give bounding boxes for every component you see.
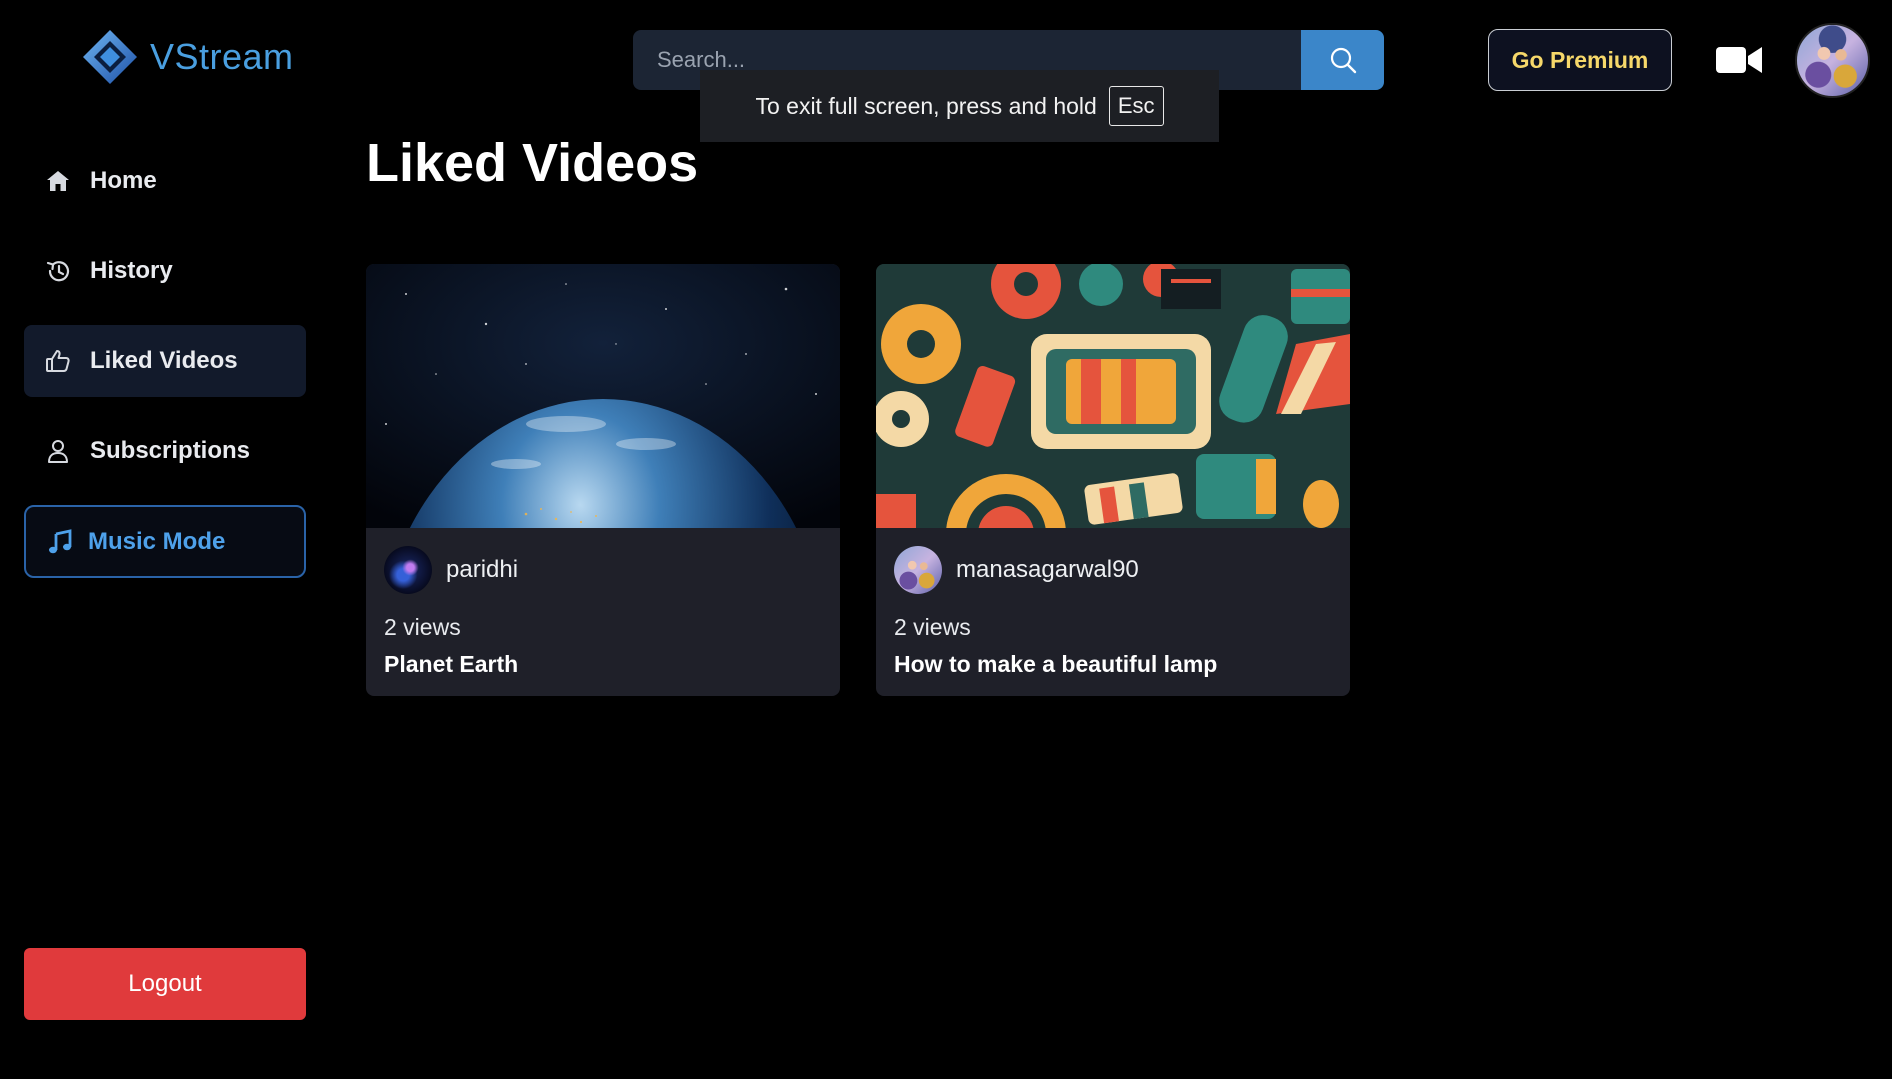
fullscreen-toast: To exit full screen, press and hold Esc bbox=[700, 70, 1219, 142]
music-note-icon bbox=[49, 528, 72, 553]
video-card[interactable]: manasagarwal90 2 views How to make a bea… bbox=[876, 264, 1350, 696]
sidebar-item-history[interactable]: History bbox=[24, 235, 306, 307]
view-count: 2 views bbox=[894, 614, 971, 640]
sidebar-item-label: History bbox=[90, 257, 173, 284]
logo-icon bbox=[83, 30, 137, 84]
app-root: VStream To exit full screen, press and h… bbox=[0, 0, 1892, 1079]
video-title[interactable]: How to make a beautiful lamp bbox=[894, 651, 1332, 678]
channel-name[interactable]: paridhi bbox=[446, 556, 518, 584]
sidebar-item-label: Home bbox=[90, 167, 157, 194]
sidebar-item-label: Subscriptions bbox=[90, 437, 251, 464]
fullscreen-hint: To exit full screen, press and hold bbox=[755, 92, 1097, 119]
app-name: VStream bbox=[150, 36, 294, 77]
search-icon bbox=[1330, 47, 1356, 74]
page-title: Liked Videos bbox=[366, 133, 699, 193]
sidebar-item-label: Liked Videos bbox=[90, 347, 238, 374]
thumbs-up-icon bbox=[46, 350, 70, 372]
video-card[interactable]: paridhi 2 views Planet Earth bbox=[366, 264, 840, 696]
video-card-body: manasagarwal90 2 views How to make a bea… bbox=[876, 528, 1350, 678]
go-premium-button[interactable]: Go Premium bbox=[1488, 29, 1672, 91]
logo[interactable]: VStream bbox=[80, 27, 294, 87]
video-grid: paridhi 2 views Planet Earth manasagarwa… bbox=[366, 264, 1350, 696]
user-avatar[interactable] bbox=[1795, 23, 1870, 98]
video-thumbnail[interactable] bbox=[366, 264, 840, 528]
music-mode-button[interactable]: Music Mode bbox=[24, 505, 306, 578]
sidebar-item-liked-videos[interactable]: Liked Videos bbox=[24, 325, 306, 397]
channel-name[interactable]: manasagarwal90 bbox=[956, 556, 1139, 584]
home-icon bbox=[47, 171, 69, 191]
video-card-body: paridhi 2 views Planet Earth bbox=[366, 528, 840, 678]
video-camera-icon[interactable] bbox=[1716, 44, 1762, 76]
sidebar-item-home[interactable]: Home bbox=[24, 145, 306, 217]
channel-avatar[interactable] bbox=[384, 546, 432, 594]
logout-button[interactable]: Logout bbox=[24, 948, 306, 1020]
sidebar-item-subscriptions[interactable]: Subscriptions bbox=[24, 415, 306, 487]
lamp-thumbnail-image bbox=[876, 264, 1350, 528]
esc-key: Esc bbox=[1108, 86, 1164, 126]
earth-thumbnail-image bbox=[366, 264, 840, 528]
user-icon bbox=[48, 440, 68, 463]
music-mode-label: Music Mode bbox=[88, 527, 226, 555]
channel-avatar[interactable] bbox=[894, 546, 942, 594]
video-thumbnail[interactable] bbox=[876, 264, 1350, 528]
channel-row[interactable]: paridhi bbox=[384, 546, 822, 594]
search-button[interactable] bbox=[1301, 30, 1384, 90]
history-icon bbox=[46, 261, 70, 282]
video-title[interactable]: Planet Earth bbox=[384, 651, 822, 678]
view-count: 2 views bbox=[384, 614, 461, 640]
channel-row[interactable]: manasagarwal90 bbox=[894, 546, 1332, 594]
sidebar: Home History Liked Videos Subscriptions bbox=[24, 145, 306, 578]
